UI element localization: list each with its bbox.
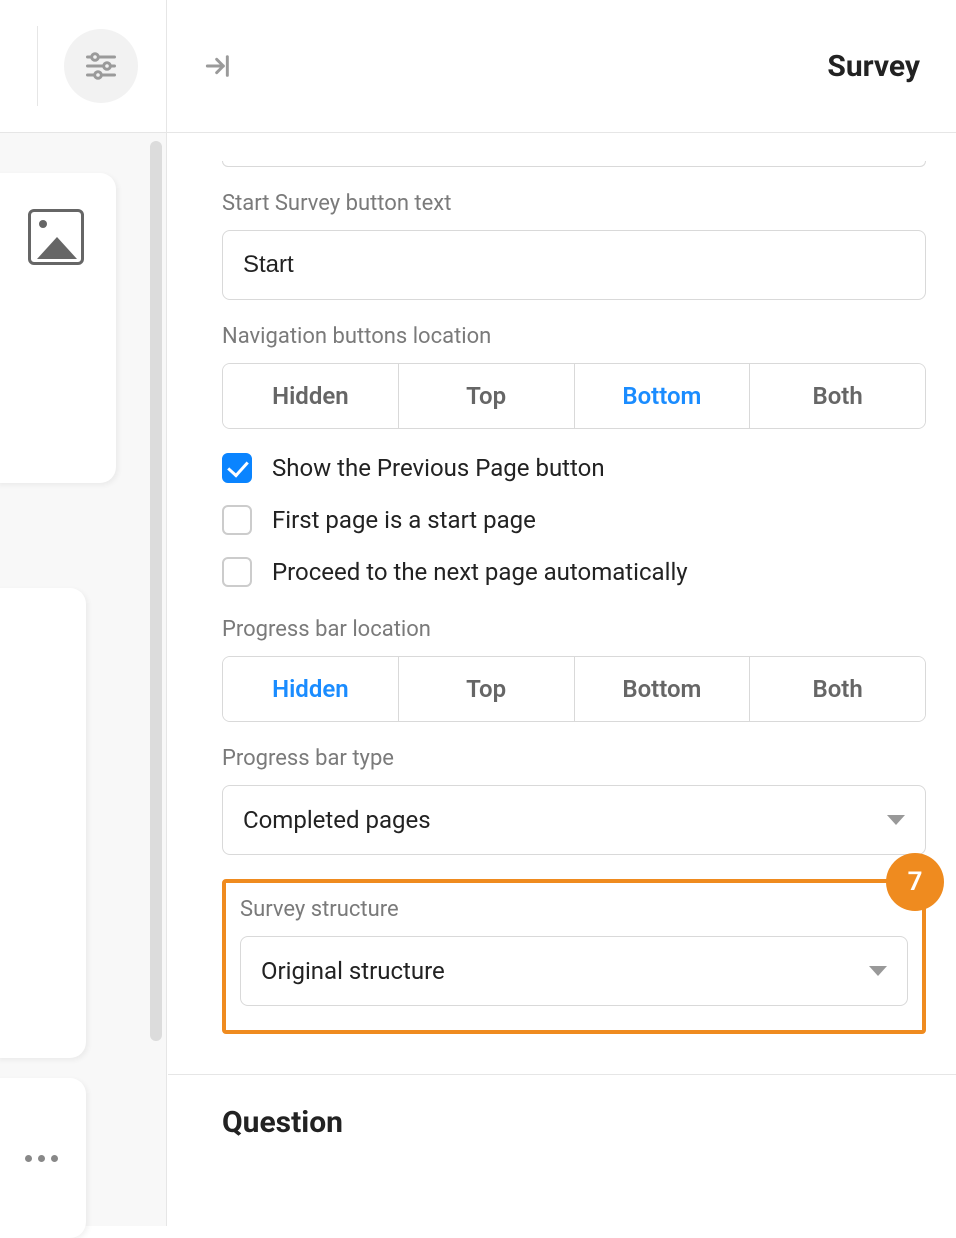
checkbox-show-previous[interactable] (222, 453, 252, 483)
seg-progress-hidden[interactable]: Hidden (223, 657, 399, 721)
checkbox-label: First page is a start page (272, 506, 536, 534)
chevron-down-icon (869, 966, 887, 976)
select-value: Completed pages (243, 806, 431, 834)
select-survey-structure[interactable]: Original structure (240, 936, 908, 1006)
seg-nav-both[interactable]: Both (750, 364, 925, 428)
vertical-divider (166, 0, 167, 1226)
header-left (0, 0, 166, 132)
seg-nav-hidden[interactable]: Hidden (223, 364, 399, 428)
section-question: Question (168, 1074, 956, 1140)
checkbox-label: Proceed to the next page automatically (272, 558, 688, 586)
sidebar (0, 133, 166, 1226)
checkbox-label: Show the Previous Page button (272, 454, 605, 482)
field-progress-type: Progress bar type Completed pages (222, 746, 926, 855)
checkbox-auto-next[interactable] (222, 557, 252, 587)
previous-field-edge (222, 161, 926, 167)
field-start-button-text: Start Survey button text (222, 191, 926, 300)
seg-progress-top[interactable]: Top (399, 657, 575, 721)
segmented-progress-location: Hidden Top Bottom Both (222, 656, 926, 722)
highlight-badge: 7 (886, 853, 944, 911)
row-first-page-start: First page is a start page (222, 505, 926, 535)
field-label: Navigation buttons location (222, 324, 926, 349)
image-icon (28, 209, 84, 265)
start-button-text-input[interactable] (222, 230, 926, 300)
settings-button[interactable] (64, 29, 138, 103)
section-heading: Question (222, 1105, 926, 1140)
field-label: Survey structure (240, 897, 908, 922)
main-panel: Start Survey button text Navigation butt… (168, 133, 956, 1226)
sidebar-card-image[interactable] (0, 173, 116, 483)
highlight-survey-structure: 7 Survey structure Original structure (222, 879, 926, 1034)
panel-title: Survey (827, 49, 920, 84)
more-icon (25, 1155, 58, 1162)
field-nav-location: Navigation buttons location Hidden Top B… (222, 324, 926, 429)
collapse-panel-button[interactable] (202, 50, 234, 82)
seg-progress-bottom[interactable]: Bottom (575, 657, 751, 721)
arrow-right-to-line-icon (202, 50, 234, 82)
field-label: Progress bar type (222, 746, 926, 771)
segmented-nav-location: Hidden Top Bottom Both (222, 363, 926, 429)
header-divider (37, 26, 38, 106)
sidebar-scrollbar[interactable] (150, 141, 162, 1041)
field-progress-location: Progress bar location Hidden Top Bottom … (222, 617, 926, 722)
field-label: Progress bar location (222, 617, 926, 642)
chevron-down-icon (887, 815, 905, 825)
seg-nav-top[interactable]: Top (399, 364, 575, 428)
header-right: Survey (166, 0, 956, 132)
checkbox-first-page-start[interactable] (222, 505, 252, 535)
sidebar-card-middle[interactable] (0, 588, 86, 1058)
select-value: Original structure (261, 957, 445, 985)
select-progress-type[interactable]: Completed pages (222, 785, 926, 855)
seg-progress-both[interactable]: Both (750, 657, 925, 721)
header: Survey (0, 0, 956, 133)
sliders-icon (83, 48, 119, 84)
seg-nav-bottom[interactable]: Bottom (575, 364, 751, 428)
row-show-previous: Show the Previous Page button (222, 453, 926, 483)
sidebar-card-more[interactable] (0, 1078, 86, 1238)
row-auto-next: Proceed to the next page automatically (222, 557, 926, 587)
field-label: Start Survey button text (222, 191, 926, 216)
